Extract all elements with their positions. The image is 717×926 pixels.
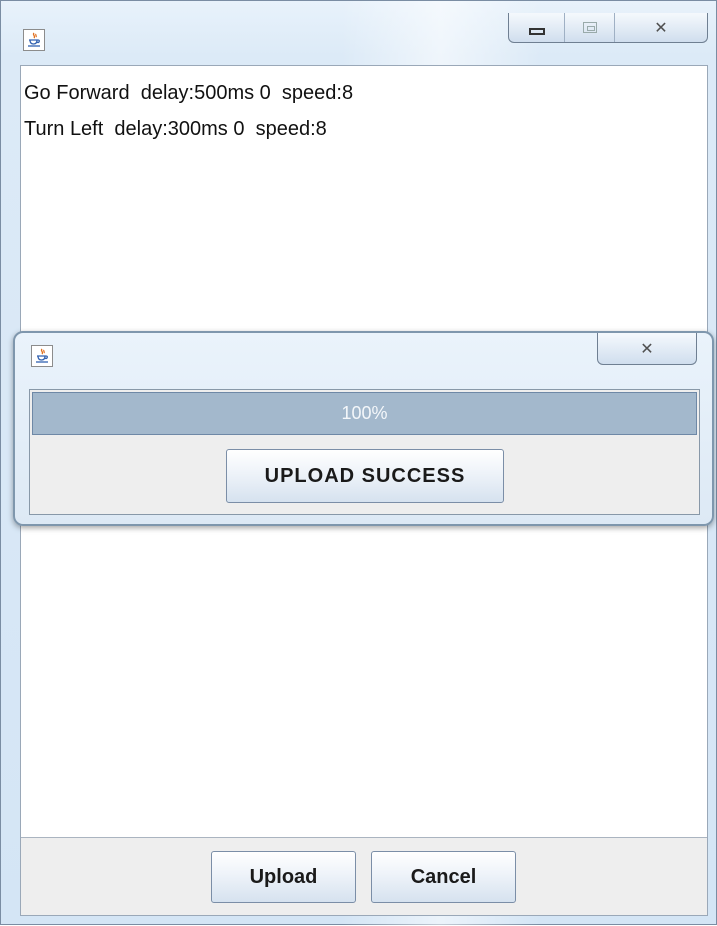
upload-button[interactable]: Upload [211, 851, 356, 903]
minimize-button[interactable] [509, 13, 565, 42]
dialog-content: 100% UPLOAD SUCCESS [29, 389, 700, 515]
list-item[interactable]: Turn Left delay:300ms 0 speed:8 [24, 111, 704, 147]
minimize-icon [528, 28, 545, 35]
upload-progress-dialog: ✕ 100% UPLOAD SUCCESS [13, 331, 714, 526]
window-caption-buttons: ✕ [508, 13, 708, 43]
dialog-close-button[interactable]: ✕ [597, 333, 697, 365]
java-cup-icon[interactable] [23, 29, 45, 51]
maximize-icon [582, 22, 597, 33]
upload-success-button[interactable]: UPLOAD SUCCESS [226, 449, 504, 503]
close-icon: ✕ [640, 339, 654, 358]
button-bar: Upload Cancel [21, 838, 707, 915]
list-item[interactable]: Go Forward delay:500ms 0 speed:8 [24, 75, 704, 111]
close-icon: ✕ [654, 18, 668, 37]
java-cup-icon[interactable] [31, 345, 53, 367]
cancel-button[interactable]: Cancel [371, 851, 516, 903]
progress-label: 100% [341, 403, 388, 423]
close-button[interactable]: ✕ [615, 13, 707, 42]
maximize-button[interactable] [565, 13, 615, 42]
progress-bar: 100% [32, 392, 697, 435]
